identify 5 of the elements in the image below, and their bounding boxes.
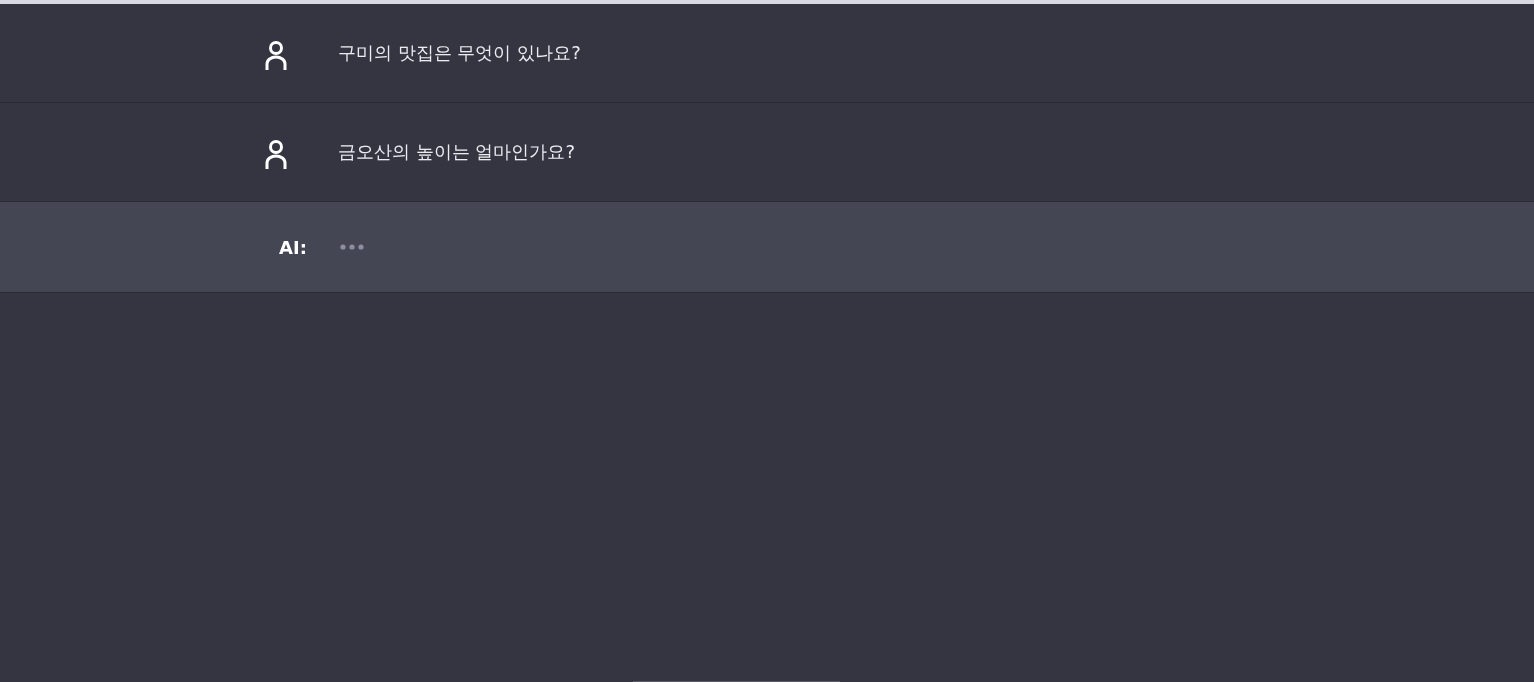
ai-label: AI: [279,235,307,260]
user-icon [264,40,288,70]
user-icon [264,139,288,169]
message-text: 금오산의 높이는 얼마인가요? [338,140,575,164]
message-text: 구미의 맛집은 무엇이 있나요? [338,41,581,65]
